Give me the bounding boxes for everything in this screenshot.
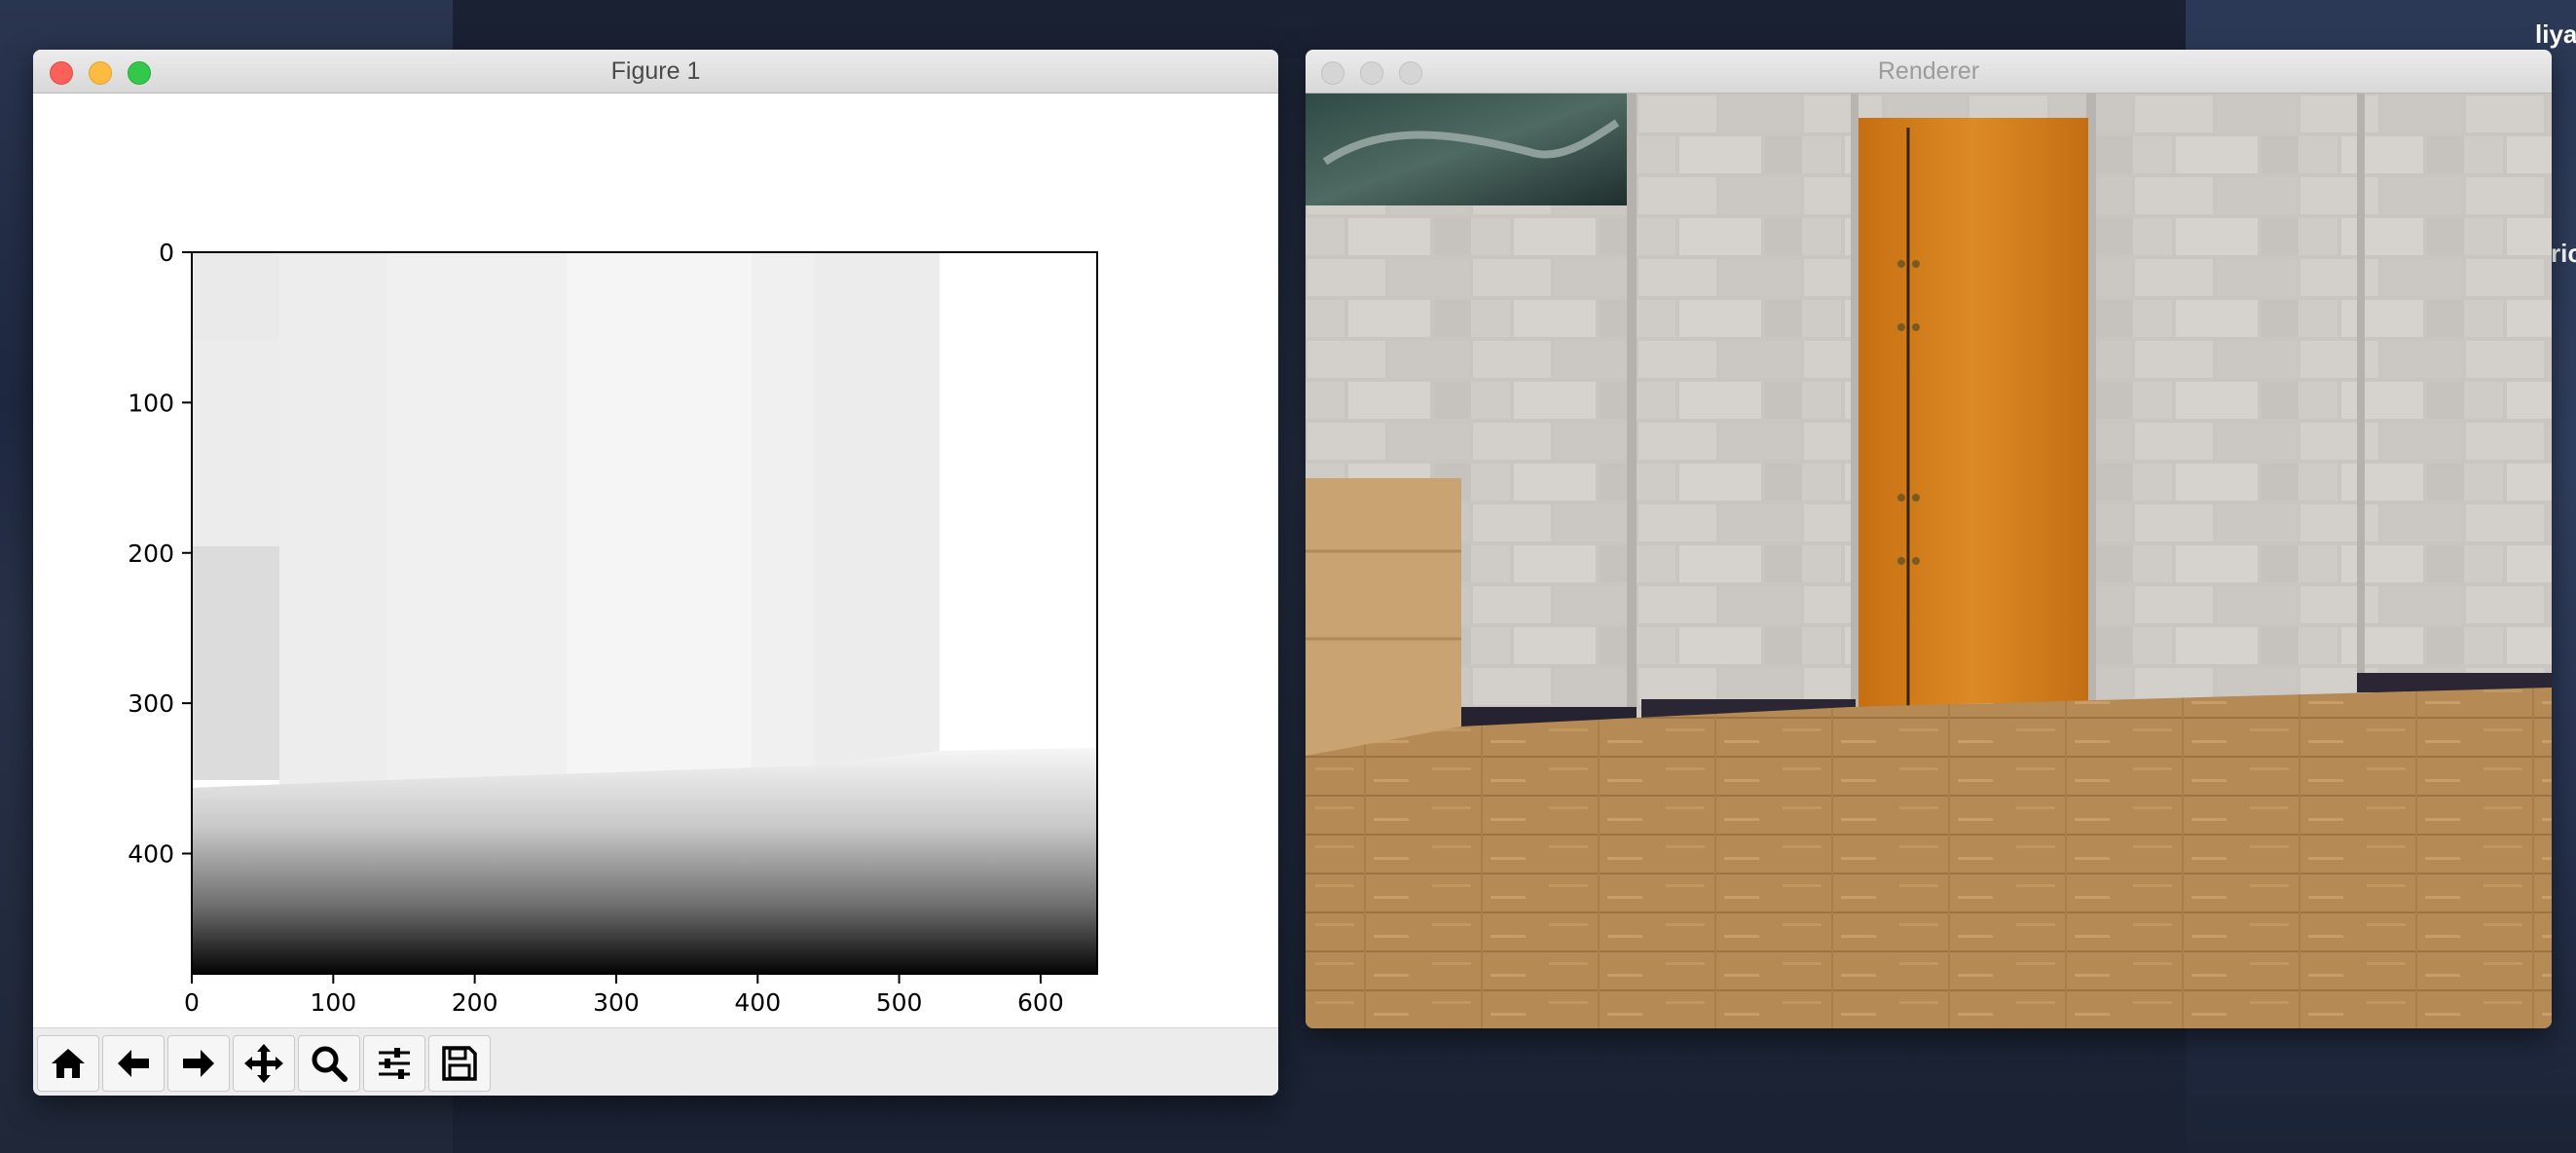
zoom-button-tool[interactable]	[298, 1035, 360, 1092]
x-tick-label: 0	[184, 988, 200, 1017]
renderer-window: Renderer	[1306, 50, 2552, 1028]
x-tick-label: 200	[452, 988, 498, 1017]
window-title: Renderer	[1877, 57, 1980, 85]
navigation-toolbar	[33, 1027, 1278, 1096]
x-axis-ticks: 0 100 200 300 400 500 600	[184, 974, 1064, 1017]
renderer-titlebar[interactable]: Renderer	[1306, 50, 2552, 93]
depth-region-wall-d	[815, 252, 939, 798]
y-tick-label: 400	[128, 840, 174, 869]
y-tick-label: 200	[128, 539, 174, 568]
window-title: Figure 1	[610, 57, 701, 85]
y-tick-label: 0	[159, 239, 174, 267]
y-axis-ticks: 0 100 200 300 400	[128, 239, 192, 869]
y-tick-label: 100	[128, 389, 174, 417]
plot-area[interactable]: 0 100 200 300 400 500 600 0 100 200 300 400	[33, 93, 1278, 1028]
rendered-room-image	[1306, 93, 2552, 1028]
depth-region-wall-b	[386, 252, 567, 798]
depth-region-wall-c	[752, 252, 815, 798]
x-tick-label: 300	[593, 988, 640, 1017]
desktop-icon-label: ric	[2551, 239, 2576, 268]
depth-image-plot[interactable]: 0 100 200 300 400 500 600 0 100 200 300 400	[33, 93, 1278, 1028]
save-button[interactable]	[428, 1035, 491, 1092]
configure-subplots-icon	[379, 1048, 410, 1079]
depth-image	[192, 252, 1097, 974]
home-button[interactable]	[37, 1035, 99, 1092]
zoom-magnifier-icon	[312, 1046, 348, 1082]
home-icon	[52, 1049, 85, 1078]
y-tick-label: 300	[128, 689, 174, 718]
depth-region-upper-left	[192, 252, 279, 340]
forward-button[interactable]	[167, 1035, 230, 1092]
figure-window: Figure 1 0 100 200 300 400 500 600 0 100…	[33, 50, 1278, 1096]
wooden-crate	[1306, 478, 1461, 765]
wooden-door	[1858, 118, 2088, 712]
depth-region-wall-a	[279, 252, 386, 798]
subplots-button[interactable]	[363, 1035, 425, 1092]
x-tick-label: 600	[1017, 988, 1064, 1017]
pan-button[interactable]	[233, 1035, 295, 1092]
x-tick-label: 400	[734, 988, 781, 1017]
x-tick-label: 100	[310, 988, 356, 1017]
back-arrow-icon	[118, 1050, 149, 1077]
pan-move-icon	[244, 1044, 283, 1083]
x-tick-label: 500	[876, 988, 923, 1017]
depth-region-door	[567, 252, 752, 798]
rendered-scene-view[interactable]	[1306, 93, 2552, 1028]
depth-region-background	[939, 252, 1097, 759]
desktop-username-label: liya	[2535, 19, 2576, 49]
figure-titlebar[interactable]: Figure 1	[33, 50, 1278, 93]
back-button[interactable]	[102, 1035, 165, 1092]
wooden-floor	[1306, 688, 2552, 1028]
save-floppy-icon	[442, 1046, 477, 1081]
forward-arrow-icon	[183, 1050, 214, 1077]
